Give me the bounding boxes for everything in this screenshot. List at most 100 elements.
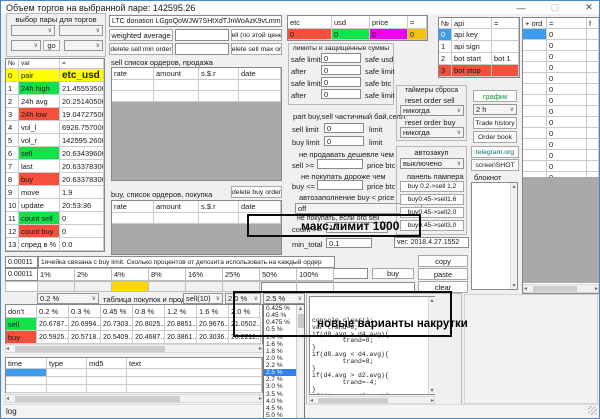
notepad-vscrollbar[interactable]: ▴ ▾ xyxy=(510,183,517,289)
scroll-right-icon[interactable]: ▸ xyxy=(259,345,262,352)
spread-hscrollbar[interactable]: ◂ ▸ xyxy=(5,344,263,353)
ord-row[interactable]: 0 xyxy=(523,139,599,150)
scroll-left-icon[interactable]: ◂ xyxy=(310,397,313,404)
log-hscrollbar[interactable]: ◂ ▸ xyxy=(5,394,263,403)
weighted-average-button[interactable]: weighted average xyxy=(109,29,173,41)
sell-count-select[interactable]: sell(10)∨ xyxy=(183,293,223,304)
ord-row[interactable]: 0 xyxy=(523,40,599,51)
percent-mark-cell[interactable] xyxy=(38,281,75,292)
ord-row[interactable]: 0 xyxy=(523,95,599,106)
percent-option[interactable]: 1.6 % xyxy=(264,341,296,348)
percent-option[interactable]: 2.5 % xyxy=(264,369,296,376)
quote-currency-select[interactable]: ∨ xyxy=(64,40,103,51)
scroll-up-icon[interactable]: ▴ xyxy=(512,183,515,190)
percent-cell[interactable]: 50% xyxy=(260,268,297,281)
percent-option[interactable]: 2.7 % xyxy=(264,376,296,383)
delete-sell-max-button[interactable]: delete sell max ord xyxy=(231,43,282,55)
ltc-donation-field[interactable]: LTC donation LGgoQoWJW7SHtXdTJnWoAzK9vLm… xyxy=(109,15,282,27)
reset-buy-select[interactable]: никогда∨ xyxy=(400,127,464,138)
scroll-left-icon[interactable]: ◂ xyxy=(6,345,9,352)
percent-cell[interactable]: 2% xyxy=(75,268,112,281)
buy-button[interactable]: buy xyxy=(372,268,414,279)
ord-row[interactable]: 0 xyxy=(523,106,599,117)
copy-button[interactable]: copy xyxy=(418,255,468,267)
buy-limit-input[interactable]: 0 xyxy=(324,136,364,146)
order-book-button[interactable]: Order book xyxy=(473,131,517,143)
ord-row[interactable]: 0 xyxy=(523,150,599,161)
log-row[interactable] xyxy=(6,385,262,393)
ord-row[interactable]: 0 xyxy=(523,128,599,139)
pump-button-2[interactable]: buy0.45->sell1.6 xyxy=(400,194,464,205)
ord-row[interactable]: 0 xyxy=(523,62,599,73)
percent-cell[interactable]: 1% xyxy=(38,268,75,281)
percent-option[interactable]: 4.5 % xyxy=(264,405,296,412)
buy-le-input[interactable] xyxy=(317,180,363,190)
log-row[interactable] xyxy=(6,369,262,377)
sell-at-price-button[interactable]: sell (по этой цене) xyxy=(231,29,282,41)
api-row[interactable]: 3 bot stop xyxy=(439,65,519,77)
scroll-left-icon[interactable]: ◂ xyxy=(6,395,9,402)
base-currency-select[interactable]: ∨ xyxy=(11,40,41,51)
sell-limit-input[interactable]: 0 xyxy=(324,123,364,133)
delete-buy-order-button[interactable]: delete buy order xyxy=(231,186,282,198)
ord-hscrollbar[interactable]: ◂ ▸ xyxy=(523,284,599,293)
percent-mark-cell[interactable] xyxy=(186,281,223,292)
percent-cell[interactable]: 16% xyxy=(186,268,223,281)
ord-row[interactable]: 0 xyxy=(523,117,599,128)
min-total-input[interactable]: 0.1 xyxy=(326,238,372,248)
delete-sell-min-button[interactable]: delete sell min order xyxy=(109,43,173,55)
sell-ge-input[interactable] xyxy=(317,159,363,169)
autobuy-state-select[interactable]: выключено∨ xyxy=(400,158,464,169)
chart-button[interactable]: график xyxy=(473,90,517,102)
api-row[interactable]: 1 api sign xyxy=(439,41,519,53)
ord-row[interactable]: 0 xyxy=(523,84,599,95)
exchange-select[interactable]: ∨ xyxy=(11,25,55,36)
resize-grip[interactable] xyxy=(588,406,597,415)
ord-row[interactable]: 0 xyxy=(523,73,599,84)
weighted-average-input[interactable] xyxy=(175,29,229,41)
scroll-down-icon[interactable]: ▾ xyxy=(430,387,433,394)
log-row[interactable] xyxy=(6,377,262,385)
percent-cell[interactable]: 25% xyxy=(223,268,260,281)
reset-sell-select[interactable]: никогда∨ xyxy=(400,105,464,116)
market-select[interactable]: ∨ xyxy=(59,25,103,36)
maximize-icon[interactable]: ▢ xyxy=(547,2,563,13)
ord-row[interactable]: 0 xyxy=(523,51,599,62)
api-row[interactable]: 2 bot start bot 1 xyxy=(439,53,519,65)
after-btc-input[interactable]: 0 xyxy=(321,89,361,99)
ord-row[interactable]: 0 xyxy=(523,161,599,172)
sell-order-row[interactable] xyxy=(112,91,281,102)
telegram-button[interactable]: telegram.org xyxy=(471,146,519,158)
screenshot-button[interactable]: screenSHOT xyxy=(471,159,519,171)
delete-sell-input[interactable] xyxy=(175,43,229,55)
percent-option[interactable]: 2.2 % xyxy=(264,362,296,369)
after-usd-input[interactable]: 0 xyxy=(321,65,361,75)
percent-cell[interactable]: 100% xyxy=(297,268,334,281)
percent-option[interactable]: 5.0 % xyxy=(264,412,296,419)
ord-row[interactable]: 0 xyxy=(523,29,599,40)
percent-mark-cell[interactable] xyxy=(112,281,149,292)
step-percent-select[interactable]: 0.2 %∨ xyxy=(37,293,99,304)
safe-usd-input[interactable]: 0 xyxy=(321,53,361,63)
percent-option[interactable]: 3.5 % xyxy=(264,391,296,398)
percent-mark-cell[interactable] xyxy=(75,281,112,292)
percent-cell[interactable]: 4% xyxy=(112,268,149,281)
sell-order-row[interactable] xyxy=(112,80,281,91)
percent-cell[interactable]: 8% xyxy=(149,268,186,281)
api-row[interactable]: 0 api key xyxy=(439,29,519,41)
scroll-left-icon[interactable]: ◂ xyxy=(524,285,527,292)
percent-option[interactable]: 3.0 % xyxy=(264,383,296,390)
trade-history-button[interactable]: Trade history xyxy=(473,117,517,129)
percent-option[interactable]: 2.0 % xyxy=(264,355,296,362)
go-button[interactable]: go xyxy=(43,40,60,51)
scroll-right-icon[interactable]: ▸ xyxy=(431,397,434,404)
percent-option[interactable]: 4.0 % xyxy=(264,398,296,405)
percent-mark-cell[interactable] xyxy=(149,281,186,292)
safe-btc-input[interactable]: 0 xyxy=(321,77,361,87)
console-hscrollbar[interactable]: ◂ ▸ xyxy=(309,396,435,404)
pump-button-1[interactable]: buy 0.2->sell 1.2 xyxy=(400,181,464,192)
percent-option[interactable]: 1.8 % xyxy=(264,348,296,355)
close-icon[interactable]: ✕ xyxy=(581,2,597,13)
scroll-right-icon[interactable]: ▸ xyxy=(595,285,598,292)
paste-button[interactable]: paste xyxy=(418,268,468,280)
